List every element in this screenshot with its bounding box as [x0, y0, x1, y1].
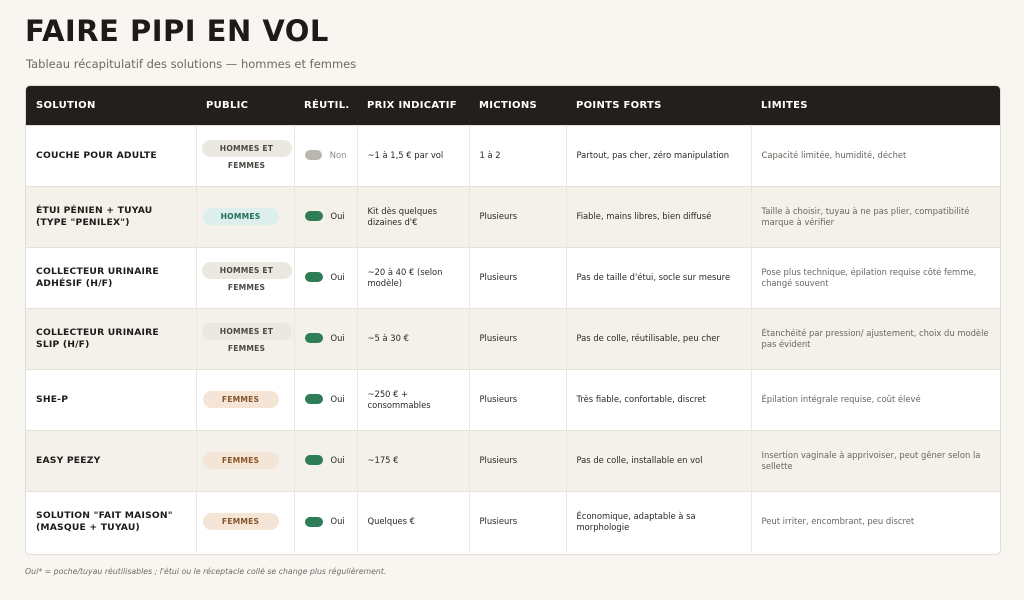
limites-cell: Taille à choisir, tuyau à ne pas plier, … [751, 185, 1000, 247]
reutil-cell: Non [294, 124, 358, 186]
mictions-cell: Plusieurs [469, 246, 567, 308]
solution-cell: EASY PEEZY [26, 429, 197, 491]
mictions-cell: Plusieurs [469, 185, 567, 247]
solution-cell: SHE-P [26, 368, 197, 430]
header-limites: LIMITES [761, 99, 808, 111]
mictions-cell: Plusieurs [469, 490, 567, 552]
mictions-cell: Plusieurs [469, 368, 567, 430]
page-title: FAIRE PIPI EN VOL [25, 14, 329, 48]
table-row: SHE-P FEMMES Oui ~250 € + consommables Plusi… [26, 368, 1000, 430]
public-badge: FEMMES [202, 452, 279, 469]
table-row: COUCHE POUR ADULTE HOMMES ET FEMMES Non ~1 … [26, 124, 1000, 186]
limites-cell: Peut irriter, encombrant, peu discret [751, 490, 1000, 552]
solution-cell: SOLUTION "FAIT MAISON" (MASQUE + TUYAU) [26, 490, 197, 552]
reusable-yes-indicator [304, 455, 323, 466]
public-cell: FEMMES [196, 490, 295, 552]
mictions-cell: 1 à 2 [469, 124, 567, 186]
mictions-cell: Plusieurs [469, 307, 567, 369]
points-forts-cell: Partout, pas cher, zéro manipulation [566, 124, 752, 186]
table-row: SOLUTION "FAIT MAISON" (MASQUE + TUYAU) F… [26, 490, 1000, 552]
header-public: PUBLIC [206, 99, 249, 111]
points-forts-cell: Très fiable, confortable, discret [566, 368, 752, 430]
public-badge: FEMMES [202, 391, 279, 408]
public-cell: FEMMES [196, 368, 295, 430]
reusable-yes-indicator [304, 516, 323, 527]
header-reutil: RÉUTIL. [304, 99, 350, 111]
public-badge: HOMMES ET FEMMES [201, 140, 292, 170]
header-points-forts: POINTS FORTS [576, 99, 662, 111]
public-badge: HOMMES ET FEMMES [201, 262, 292, 292]
public-cell: HOMMES ET FEMMES [196, 124, 295, 186]
public-badge: FEMMES [202, 513, 279, 531]
reutil-label: Oui [330, 394, 345, 405]
limites-cell: Capacité limitée, humidité, déchet [751, 124, 1000, 186]
reutil-label: Oui [330, 455, 345, 466]
prix-cell: Kit dès quelques dizaines d'€ [357, 185, 470, 247]
limites-cell: Épilation intégrale requise, coût élevé [751, 368, 1000, 430]
table-row: COLLECTEUR URINAIRE ADHÉSIF (H/F) HOMMES … [26, 246, 1000, 308]
prix-cell: ~175 € [357, 429, 470, 491]
reutil-cell: Oui [294, 368, 358, 430]
table-header-row: SOLUTION PUBLIC RÉUTIL. PRIX INDICATIF M… [26, 86, 1000, 125]
points-forts-cell: Pas de colle, installable en vol [566, 429, 752, 491]
reutil-label: Oui [330, 272, 345, 283]
public-badge: HOMMES [202, 208, 279, 225]
limites-cell: Insertion vaginale à apprivoiser, peut g… [751, 429, 1000, 491]
table-row: EASY PEEZY FEMMES Oui ~175 € Plusieurs Pas de… [26, 429, 1000, 491]
solution-cell: COLLECTEUR URINAIRE SLIP (H/F) [26, 307, 197, 369]
points-forts-cell: Économique, adaptable à sa morphologie [566, 490, 752, 552]
reusable-no-indicator [304, 150, 322, 161]
reutil-cell: Oui [294, 490, 358, 552]
mictions-cell: Plusieurs [469, 429, 567, 491]
public-cell: HOMMES ET FEMMES [196, 246, 295, 308]
solution-cell: ÉTUI PÉNIEN + TUYAU (TYPE "PENILEX") [26, 185, 197, 247]
reutil-cell: Oui [294, 307, 358, 369]
reusable-yes-indicator [304, 333, 323, 344]
reutil-label: Oui [330, 211, 345, 222]
reusable-yes-indicator [304, 394, 323, 405]
reutil-cell: Oui [294, 246, 358, 308]
table-body: COUCHE POUR ADULTE HOMMES ET FEMMES Non ~1 … [26, 124, 1000, 552]
limites-cell: Pose plus technique, épilation requise c… [751, 246, 1000, 308]
reutil-cell: Oui [294, 185, 358, 247]
public-cell: HOMMES ET FEMMES [196, 307, 295, 369]
reusable-yes-indicator [304, 211, 323, 222]
header-mictions: MICTIONS [479, 99, 538, 111]
page-subtitle: Tableau récapitulatif des solutions — ho… [26, 57, 357, 71]
prix-cell: Quelques € [357, 490, 470, 552]
reutil-label: Non [329, 150, 347, 161]
header-prix: PRIX INDICATIF [367, 99, 457, 111]
reutil-label: Oui [330, 516, 345, 527]
prix-cell: ~5 à 30 € [357, 307, 470, 369]
header-solution: SOLUTION [36, 99, 96, 111]
points-forts-cell: Fiable, mains libres, bien diffusé [566, 185, 752, 247]
table-row: ÉTUI PÉNIEN + TUYAU (TYPE "PENILEX") HOMM… [26, 185, 1000, 247]
public-cell: HOMMES [196, 185, 295, 247]
reutil-cell: Oui [294, 429, 358, 491]
points-forts-cell: Pas de taille d'étui, socle sur mesure [566, 246, 752, 308]
summary-table: SOLUTION PUBLIC RÉUTIL. PRIX INDICATIF M… [25, 85, 1001, 555]
solution-cell: COUCHE POUR ADULTE [26, 124, 197, 186]
points-forts-cell: Pas de colle, réutilisable, peu cher [566, 307, 752, 369]
reutil-label: Oui [330, 333, 345, 344]
prix-cell: ~20 à 40 € (selon modèle) [357, 246, 470, 308]
table-row: COLLECTEUR URINAIRE SLIP (H/F) HOMMES ET … [26, 307, 1000, 369]
solution-cell: COLLECTEUR URINAIRE ADHÉSIF (H/F) [26, 246, 197, 308]
prix-cell: ~1 à 1,5 € par vol [357, 124, 470, 186]
prix-cell: ~250 € + consommables [357, 368, 470, 430]
public-badge: HOMMES ET FEMMES [201, 323, 292, 353]
reusable-yes-indicator [304, 272, 323, 283]
public-cell: FEMMES [196, 429, 295, 491]
limites-cell: Étanchéité par pression/ ajustement, cho… [751, 307, 1000, 369]
footnote: Oui* = poche/tuyau réutilisables ; l'étu… [25, 567, 387, 576]
